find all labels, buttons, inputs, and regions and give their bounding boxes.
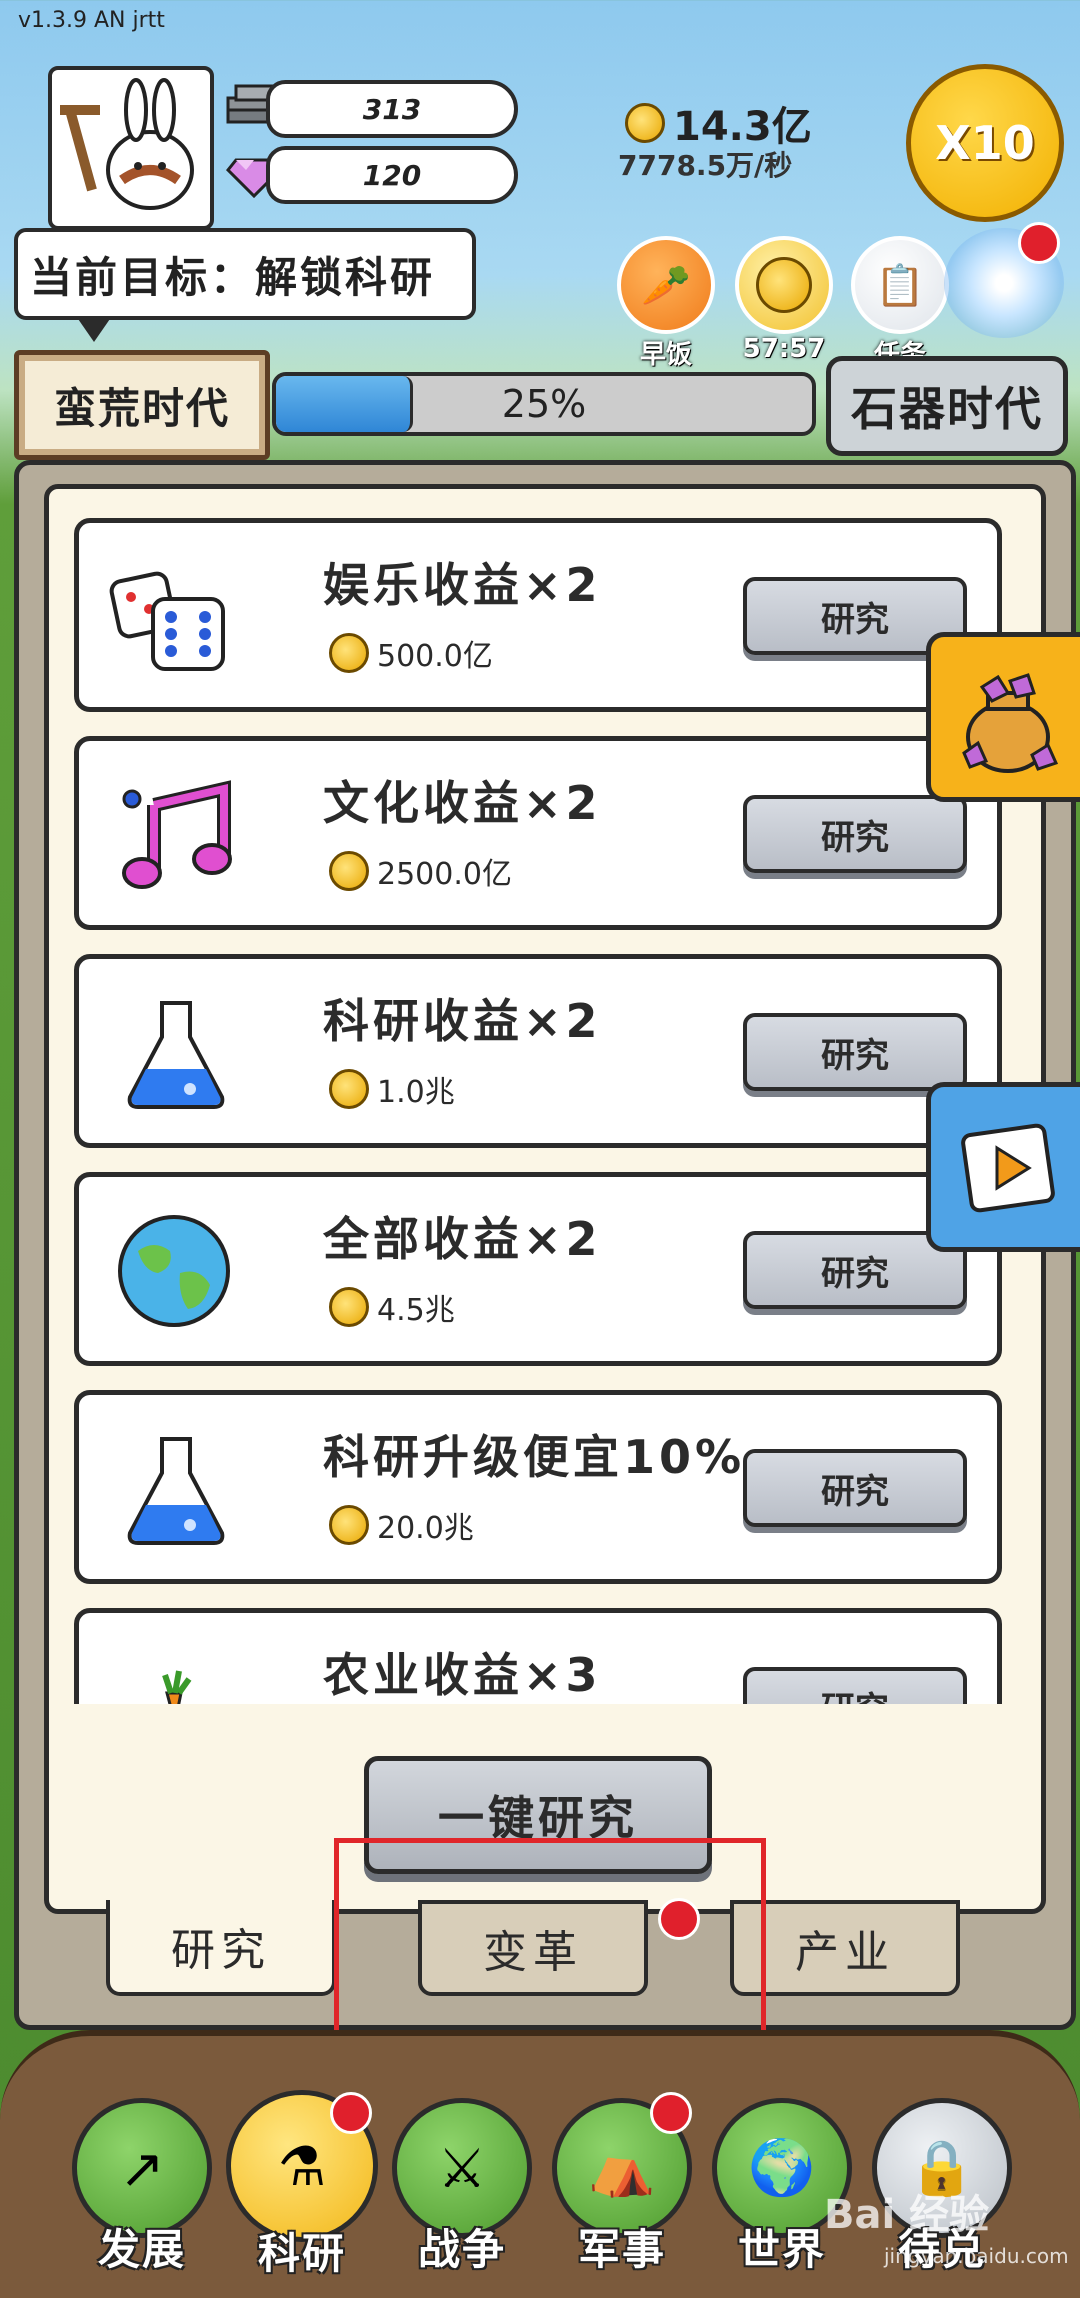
notification-dot <box>650 2092 692 2134</box>
music-note-icon <box>109 775 239 895</box>
cost-value: 4.5兆 <box>377 1293 455 1328</box>
research-card: 文化收益×2 2500.0亿 研究 <box>74 736 1002 930</box>
gem-bag-button[interactable] <box>926 632 1080 802</box>
rabbit-slingshot-icon <box>60 78 194 210</box>
coin-timer-label: 57:57 <box>742 334 826 364</box>
notification-dot <box>1018 222 1060 264</box>
nav-war[interactable]: ⚔ 战争 <box>392 2098 532 2288</box>
current-goal: 当前目标：解锁科研 <box>14 228 476 320</box>
research-title: 娱乐收益×2 <box>323 558 602 612</box>
coin-icon <box>329 1505 369 1545</box>
player-avatar[interactable] <box>48 66 214 230</box>
research-button[interactable]: 研究 <box>743 1449 967 1527</box>
research-card: 娱乐收益×2 500.0亿 研究 <box>74 518 1002 712</box>
research-title: 农业收益×3 <box>323 1648 602 1702</box>
cost-value: 1.0兆 <box>377 1075 455 1110</box>
nav-label: 世界 <box>737 2225 826 2274</box>
cost-value: 20.0兆 <box>377 1511 474 1546</box>
nav-label: 发展 <box>97 2225 186 2274</box>
current-era-badge: 蛮荒时代 <box>14 350 270 460</box>
coin-timer-button[interactable]: 57:57 <box>724 236 844 364</box>
research-cost: 2500.0亿 <box>329 849 512 893</box>
research-card: 全部收益×2 4.5兆 研究 <box>74 1172 1002 1366</box>
research-card: 科研收益×2 1.0兆 研究 <box>74 954 1002 1148</box>
coin-icon <box>625 103 665 143</box>
tasks-button[interactable]: 📋 任务 <box>840 236 960 371</box>
era-progress-bar: 25% <box>272 372 816 436</box>
research-cost: 1.0兆 <box>329 1067 455 1111</box>
carrot-icon <box>109 1653 239 1704</box>
next-era-badge[interactable]: 石器时代 <box>826 356 1068 456</box>
research-button[interactable]: 研究 <box>743 1667 967 1704</box>
bubble-tail <box>76 316 112 342</box>
research-cost: 500.0亿 <box>329 631 493 675</box>
coin-icon <box>329 851 369 891</box>
era-progress-text: 25% <box>501 382 587 426</box>
clipboard-icon: 📋 <box>851 236 949 334</box>
research-title: 全部收益×2 <box>323 1212 602 1266</box>
gem-counter: 120 <box>266 146 518 204</box>
x10-boost-button[interactable]: X10 <box>906 64 1064 222</box>
watch-video-button[interactable] <box>926 1082 1080 1252</box>
nav-label: 战争 <box>417 2225 506 2274</box>
research-button[interactable]: 研究 <box>743 795 967 873</box>
globe-icon <box>109 1211 239 1331</box>
research-card: 农业收益×3 研究 <box>74 1608 1002 1704</box>
research-cost: 4.5兆 <box>329 1285 455 1329</box>
research-title: 科研升级便宜10% <box>323 1430 746 1484</box>
notification-dot <box>330 2092 372 2134</box>
watermark: Bai 经验 <box>824 2192 990 2238</box>
research-list[interactable]: 娱乐收益×2 500.0亿 研究 文化收益×2 2500.0亿 研究 科研收益×… <box>52 500 1012 1704</box>
video-play-icon <box>961 1123 1055 1213</box>
stone-counter: 313 <box>266 80 518 138</box>
gold-rate: 7778.5万/秒 <box>618 149 793 182</box>
research-cost: 20.0兆 <box>329 1503 474 1547</box>
coin-icon <box>329 1069 369 1109</box>
nav-develop[interactable]: ↗ 发展 <box>72 2098 212 2288</box>
research-card: 科研升级便宜10% 20.0兆 研究 <box>74 1390 1002 1584</box>
nav-label: 科研 <box>257 2229 346 2278</box>
cost-value: 2500.0亿 <box>377 857 512 892</box>
gem-bag-icon <box>962 673 1059 773</box>
flask-icon <box>109 993 239 1113</box>
watermark-url: jingyan.baidu.com <box>884 2244 1069 2268</box>
nav-label: 军事 <box>577 2225 666 2274</box>
dice-icon <box>109 557 239 677</box>
research-title: 科研收益×2 <box>323 994 602 1048</box>
carrot-icon: 🥕 <box>617 236 715 334</box>
research-title: 文化收益×2 <box>323 776 602 830</box>
flask-icon <box>109 1429 239 1549</box>
research-button[interactable]: 研究 <box>743 1013 967 1091</box>
breakfast-label: 早饭 <box>639 340 692 370</box>
coin-stack-icon <box>735 236 833 334</box>
version-label: v1.3.9 AN jrtt <box>18 8 165 33</box>
breakfast-button[interactable]: 🥕 早饭 <box>606 236 726 371</box>
tab-research[interactable]: 研究 <box>106 1900 336 1996</box>
coin-icon <box>329 633 369 673</box>
cost-value: 500.0亿 <box>377 639 493 674</box>
coin-icon <box>329 1287 369 1327</box>
